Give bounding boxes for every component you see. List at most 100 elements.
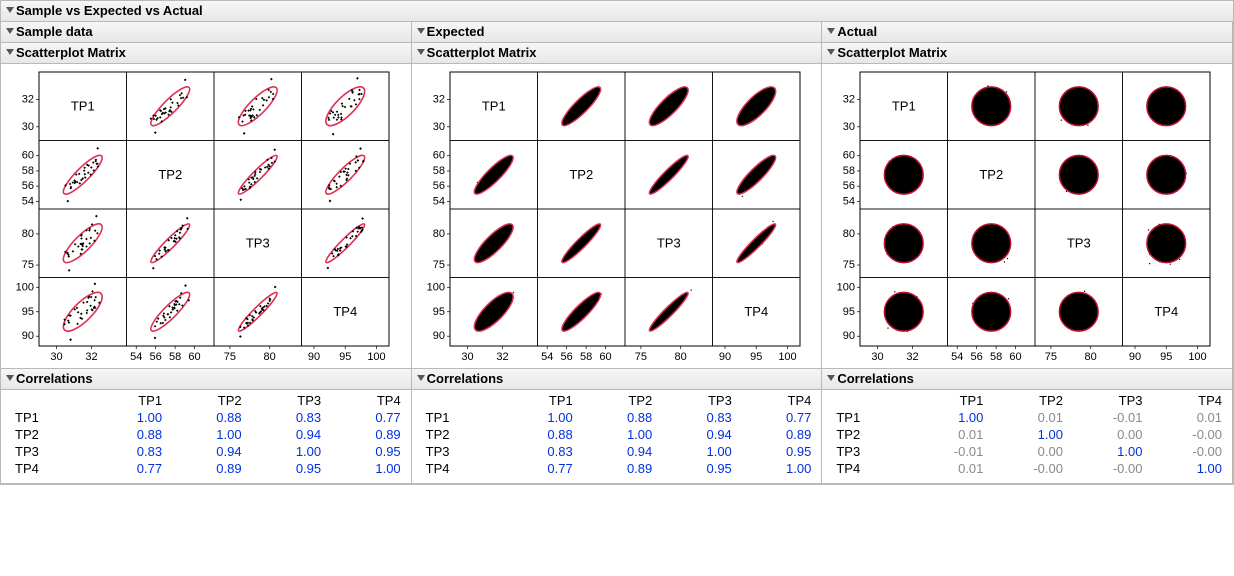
corr-cell: -0.00 <box>1146 426 1226 443</box>
svg-text:32: 32 <box>432 93 444 105</box>
svg-text:TP2: TP2 <box>158 167 182 182</box>
svg-text:100: 100 <box>778 351 796 363</box>
svg-text:TP1: TP1 <box>892 98 916 113</box>
corr-header: TP4 <box>1146 392 1226 409</box>
svg-text:54: 54 <box>951 351 963 363</box>
svg-text:32: 32 <box>85 351 97 363</box>
svg-text:60: 60 <box>188 351 200 363</box>
corr-cell: 1.00 <box>1067 443 1147 460</box>
corr-cell: 0.89 <box>325 426 405 443</box>
svg-text:56: 56 <box>150 351 162 363</box>
corr-cell: 0.89 <box>166 460 246 477</box>
corr-cell: 1.00 <box>987 426 1067 443</box>
panel-title[interactable]: Actual <box>822 22 1232 43</box>
corr-header: TP3 <box>7 443 87 460</box>
disclosure-icon[interactable] <box>6 28 14 34</box>
scatterplot-matrix-svg: TP1TP2TP3TP43032545658607580909510030325… <box>1 68 393 368</box>
report-title[interactable]: Sample vs Expected vs Actual <box>1 1 1233 22</box>
corr-cell: 0.88 <box>87 426 167 443</box>
corr-header: TP1 <box>497 392 577 409</box>
svg-text:56: 56 <box>22 180 34 192</box>
panel-title[interactable]: Sample data <box>1 22 411 43</box>
svg-text:30: 30 <box>843 121 855 133</box>
scatterplot-matrix-svg: TP1TP2TP3TP43032545658607580909510030325… <box>412 68 804 368</box>
disclosure-icon[interactable] <box>827 375 835 381</box>
svg-text:95: 95 <box>432 306 444 318</box>
report-title-text: Sample vs Expected vs Actual <box>16 3 203 18</box>
svg-text:60: 60 <box>432 150 444 162</box>
disclosure-icon[interactable] <box>417 49 425 55</box>
svg-text:90: 90 <box>719 351 731 363</box>
svg-text:60: 60 <box>22 150 34 162</box>
disclosure-icon[interactable] <box>827 28 835 34</box>
disclosure-icon[interactable] <box>417 375 425 381</box>
corr-cell: 0.83 <box>497 443 577 460</box>
corr-cell: 1.00 <box>577 426 657 443</box>
svg-text:30: 30 <box>872 351 884 363</box>
svg-text:80: 80 <box>1085 351 1097 363</box>
svg-text:90: 90 <box>432 330 444 342</box>
corr-cell: 0.88 <box>497 426 577 443</box>
disclosure-icon[interactable] <box>6 375 14 381</box>
disclosure-icon[interactable] <box>6 7 14 13</box>
scatterplot-matrix[interactable]: TP1TP2TP3TP43032545658607580909510030325… <box>412 64 822 368</box>
corr-cell: 0.01 <box>1146 409 1226 426</box>
svg-text:100: 100 <box>16 281 34 293</box>
svg-text:TP2: TP2 <box>569 167 593 182</box>
corr-cell: 1.00 <box>166 426 246 443</box>
svg-text:TP4: TP4 <box>1155 304 1179 319</box>
svg-text:60: 60 <box>599 351 611 363</box>
corr-cell: 0.95 <box>325 443 405 460</box>
svg-text:80: 80 <box>843 228 855 240</box>
svg-text:80: 80 <box>22 228 34 240</box>
corr-cell: 0.77 <box>87 460 167 477</box>
svg-text:100: 100 <box>1189 351 1207 363</box>
svg-text:TP4: TP4 <box>333 304 357 319</box>
corr-header: TP2 <box>987 392 1067 409</box>
svg-text:75: 75 <box>22 259 34 271</box>
correlations-table: TP1TP2TP3TP4TP11.000.880.830.77TP20.881.… <box>7 392 405 477</box>
corr-header: TP1 <box>87 392 167 409</box>
correlations-title[interactable]: Correlations <box>1 369 411 390</box>
corr-cell: 0.88 <box>577 409 657 426</box>
scatterplot-title[interactable]: Scatterplot Matrix <box>822 43 1232 64</box>
svg-text:60: 60 <box>1010 351 1022 363</box>
svg-text:58: 58 <box>22 165 34 177</box>
disclosure-icon[interactable] <box>827 49 835 55</box>
scatterplot-title[interactable]: Scatterplot Matrix <box>412 43 822 64</box>
scatterplot-matrix[interactable]: TP1TP2TP3TP43032545658607580909510030325… <box>822 64 1232 368</box>
svg-text:90: 90 <box>1129 351 1141 363</box>
panel-title[interactable]: Expected <box>412 22 822 43</box>
svg-text:75: 75 <box>432 259 444 271</box>
corr-header: TP1 <box>7 409 87 426</box>
svg-text:58: 58 <box>432 165 444 177</box>
corr-header: TP2 <box>828 426 908 443</box>
svg-text:56: 56 <box>432 180 444 192</box>
svg-text:95: 95 <box>1160 351 1172 363</box>
corr-cell: 0.77 <box>325 409 405 426</box>
correlations-table: TP1TP2TP3TP4TP11.000.880.830.77TP20.881.… <box>418 392 816 477</box>
panel-actual: Actual Scatterplot MatrixTP1TP2TP3TP4303… <box>821 22 1233 484</box>
corr-cell: 1.00 <box>1146 460 1226 477</box>
corr-header: TP3 <box>418 443 498 460</box>
scatterplot-title[interactable]: Scatterplot Matrix <box>1 43 411 64</box>
svg-text:90: 90 <box>843 330 855 342</box>
scatterplot-matrix[interactable]: TP1TP2TP3TP43032545658607580909510030325… <box>1 64 411 368</box>
svg-text:56: 56 <box>971 351 983 363</box>
disclosure-icon[interactable] <box>417 28 425 34</box>
svg-text:32: 32 <box>496 351 508 363</box>
svg-text:58: 58 <box>843 165 855 177</box>
corr-cell: -0.01 <box>908 443 988 460</box>
disclosure-icon[interactable] <box>6 49 14 55</box>
svg-text:95: 95 <box>750 351 762 363</box>
svg-text:54: 54 <box>843 195 855 207</box>
svg-text:56: 56 <box>843 180 855 192</box>
correlations-title[interactable]: Correlations <box>412 369 822 390</box>
corr-cell: 0.89 <box>577 460 657 477</box>
svg-text:30: 30 <box>461 351 473 363</box>
svg-text:80: 80 <box>674 351 686 363</box>
corr-cell: 0.94 <box>166 443 246 460</box>
correlations-title[interactable]: Correlations <box>822 369 1232 390</box>
corr-header: TP2 <box>418 426 498 443</box>
corr-header: TP3 <box>828 443 908 460</box>
